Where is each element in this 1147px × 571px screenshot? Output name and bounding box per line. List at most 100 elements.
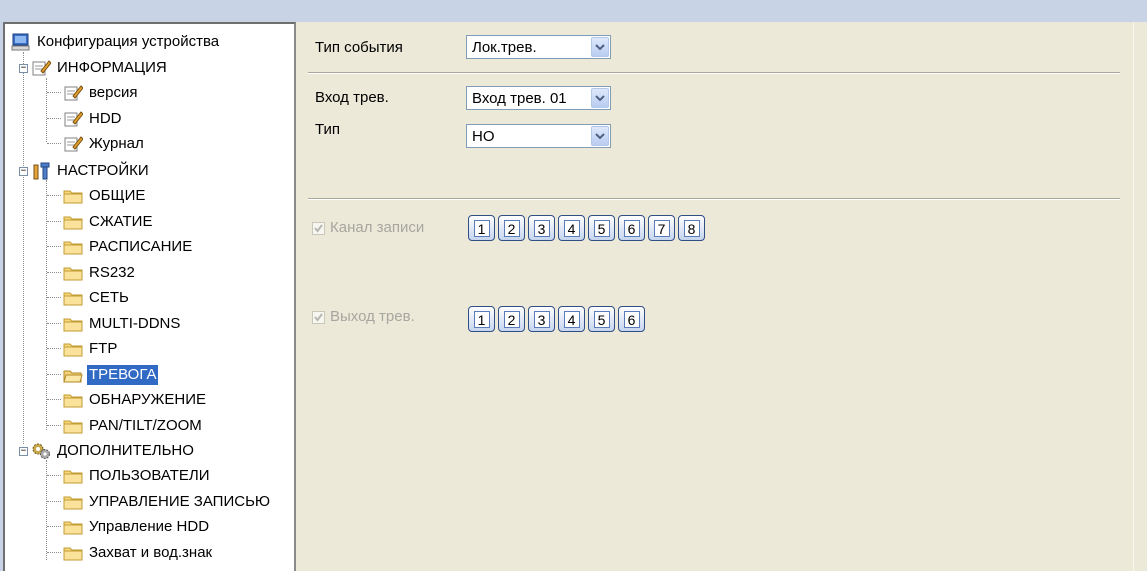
- notepad-pencil-icon: [63, 135, 83, 153]
- alarm-output-3-button[interactable]: 3: [528, 306, 555, 332]
- alarm-output-6-button[interactable]: 6: [618, 306, 645, 332]
- button-number: 4: [563, 310, 580, 328]
- alarm-input-label: Вход трев.: [315, 89, 389, 106]
- tree-connector: [47, 399, 61, 400]
- record-channel-1-button[interactable]: 1: [468, 215, 495, 241]
- right-frame: [1133, 22, 1147, 571]
- folder-icon: [63, 213, 83, 231]
- tree-item-advanced-3[interactable]: Захват и вод.знак: [63, 542, 214, 564]
- button-number: 5: [593, 219, 610, 237]
- tree-item-label: СЖАТИЕ: [89, 212, 153, 230]
- collapse-toggle[interactable]: −: [19, 167, 28, 176]
- tree-connector: [47, 424, 61, 426]
- type-label: Тип: [315, 121, 341, 138]
- tree-item-settings-3[interactable]: RS232: [63, 262, 137, 284]
- alarm-output-1-button[interactable]: 1: [468, 306, 495, 332]
- tree-item-version[interactable]: версия: [63, 82, 140, 104]
- tree-item-settings-5[interactable]: MULTI-DDNS: [63, 313, 182, 335]
- top-frame: [0, 0, 1147, 22]
- tree-group-settings[interactable]: НАСТРОЙКИ: [31, 160, 151, 182]
- tree-item-label: RS232: [89, 263, 135, 281]
- tree-item-journal[interactable]: Журнал: [63, 133, 146, 155]
- notepad-pencil-icon: [63, 84, 83, 102]
- tree-item-settings-7[interactable]: ТРЕВОГА: [63, 364, 159, 386]
- tree-connector: [46, 78, 47, 142]
- record-channel-5-button[interactable]: 5: [588, 215, 615, 241]
- record-channel-3-button[interactable]: 3: [528, 215, 555, 241]
- button-number: 7: [653, 219, 670, 237]
- button-number: 8: [683, 219, 700, 237]
- button-number: 2: [503, 219, 520, 237]
- tree-connector: [47, 475, 61, 476]
- tree-item-label: Захват и вод.знак: [89, 543, 213, 561]
- tree-item-label: версия: [89, 84, 138, 101]
- tree-item-label: ПОЛЬЗОВАТЕЛИ: [89, 467, 210, 484]
- folder-icon: [63, 391, 83, 409]
- tree-item-advanced-1[interactable]: УПРАВЛЕНИЕ ЗАПИСЬЮ: [63, 491, 272, 513]
- separator: [308, 198, 1120, 200]
- tree-group-label: ДОПОЛНИТЕЛЬНО: [57, 442, 194, 459]
- folder-icon: [63, 340, 83, 358]
- tree-item-settings-8[interactable]: ОБНАРУЖЕНИЕ: [63, 389, 208, 411]
- chevron-down-icon[interactable]: [591, 37, 609, 57]
- alarm-output-5-button[interactable]: 5: [588, 306, 615, 332]
- tree-connector: [23, 52, 24, 444]
- record-channel-6-button[interactable]: 6: [618, 215, 645, 241]
- tree-group-advanced[interactable]: ДОПОЛНИТЕЛЬНО: [31, 440, 196, 462]
- tree-item-settings-4[interactable]: СЕТЬ: [63, 287, 131, 309]
- record-channel-8-button[interactable]: 8: [678, 215, 705, 241]
- alarm-output-4-button[interactable]: 4: [558, 306, 585, 332]
- type-select[interactable]: НО: [466, 124, 611, 148]
- folder-icon: [63, 315, 83, 333]
- tree-item-advanced-0[interactable]: ПОЛЬЗОВАТЕЛИ: [63, 465, 212, 487]
- tree-item-settings-6[interactable]: FTP: [63, 338, 119, 360]
- button-number: 6: [623, 219, 640, 237]
- tree-item-settings-2[interactable]: РАСПИСАНИЕ: [63, 236, 194, 258]
- alarm-output-checkbox[interactable]: [312, 311, 325, 324]
- type-value: НО: [472, 127, 495, 145]
- tree-group-info[interactable]: ИНФОРМАЦИЯ: [31, 57, 169, 79]
- collapse-toggle[interactable]: −: [19, 64, 28, 73]
- alarm-output-2-button[interactable]: 2: [498, 306, 525, 332]
- button-number: 5: [593, 310, 610, 328]
- record-channel-7-button[interactable]: 7: [648, 215, 675, 241]
- folder-icon: [63, 518, 83, 536]
- folder-open-icon: [63, 366, 83, 384]
- record-channel-checkbox[interactable]: [312, 222, 325, 235]
- tree-connector: [47, 246, 61, 247]
- tree-group-label: ИНФОРМАЦИЯ: [57, 59, 167, 76]
- folder-icon: [63, 289, 83, 307]
- folder-icon: [63, 417, 83, 435]
- collapse-toggle[interactable]: −: [19, 447, 28, 456]
- alarm-input-value: Вход трев. 01: [472, 89, 567, 107]
- alarm-output-label: Выход трев.: [330, 308, 415, 325]
- tree-item-settings-1[interactable]: СЖАТИЕ: [63, 211, 154, 233]
- tree-root-label: Конфигурация устройства: [37, 33, 220, 50]
- button-number: 2: [503, 310, 520, 328]
- tree-item-advanced-2[interactable]: Управление HDD: [63, 516, 211, 538]
- chevron-down-icon[interactable]: [591, 88, 609, 108]
- tree-item-hdd[interactable]: HDD: [63, 108, 124, 130]
- alarm-settings-panel: Тип события Лок.трев. Вход трев. Вход тр…: [296, 22, 1133, 571]
- alarm-output-buttons: 123456: [468, 306, 645, 332]
- event-type-label: Тип события: [315, 39, 403, 56]
- tree-connector: [47, 373, 61, 375]
- tools-icon: [31, 162, 51, 180]
- folder-icon: [63, 238, 83, 256]
- record-channel-2-button[interactable]: 2: [498, 215, 525, 241]
- tree-item-settings-0[interactable]: ОБЩИЕ: [63, 185, 147, 207]
- tree-root[interactable]: Конфигурация устройства: [11, 31, 221, 53]
- alarm-input-select[interactable]: Вход трев. 01: [466, 86, 611, 110]
- record-channel-4-button[interactable]: 4: [558, 215, 585, 241]
- notepad-pencil-icon: [63, 110, 83, 128]
- button-number: 3: [533, 310, 550, 328]
- tree-item-label: СЕТЬ: [89, 289, 129, 306]
- event-type-select[interactable]: Лок.трев.: [466, 35, 611, 59]
- button-number: 1: [473, 310, 490, 328]
- tree-item-settings-9[interactable]: PAN/TILT/ZOOM: [63, 415, 204, 437]
- config-tree[interactable]: Конфигурация устройства − ИНФОРМАЦИЯ вер…: [3, 22, 296, 571]
- tree-item-label: ОБЩИЕ: [89, 187, 146, 204]
- chevron-down-icon[interactable]: [591, 126, 609, 146]
- tree-item-label: Управление HDD: [89, 518, 210, 535]
- tree-connector: [47, 195, 61, 196]
